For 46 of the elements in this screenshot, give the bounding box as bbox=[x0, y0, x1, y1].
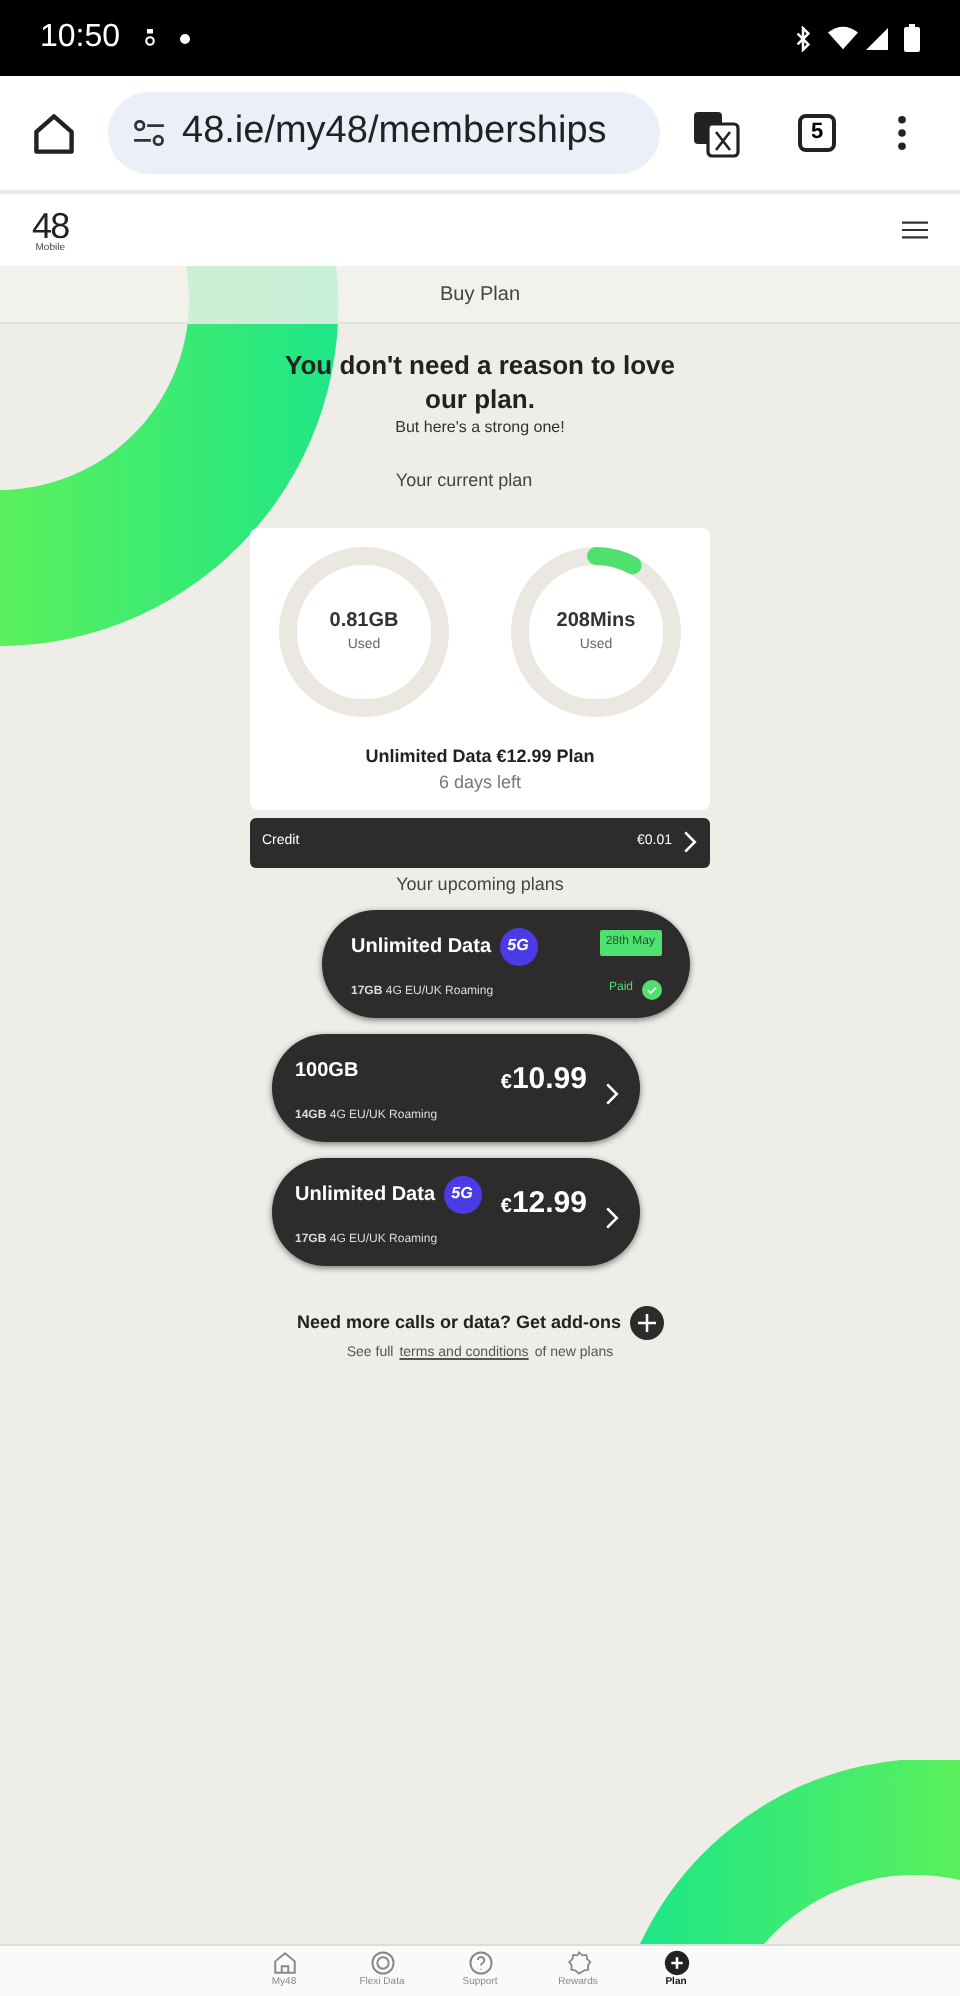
hero-title: You don't need a reason to love our plan. bbox=[283, 348, 677, 416]
address-bar[interactable]: 48.ie/my48/memberships bbox=[108, 92, 660, 174]
chevron-right-icon bbox=[603, 1204, 619, 1232]
home-icon[interactable] bbox=[32, 111, 76, 155]
url-text: 48.ie/my48/memberships bbox=[182, 108, 607, 157]
wifi-icon bbox=[828, 26, 858, 50]
chevron-right-icon bbox=[682, 828, 698, 856]
battery-icon bbox=[904, 24, 920, 52]
usage-value: 0.81GB bbox=[329, 607, 399, 636]
page-title: Buy Plan bbox=[439, 281, 521, 309]
section-heading: Your upcoming plans bbox=[396, 871, 564, 898]
currency-symbol: € bbox=[500, 1193, 512, 1222]
section-heading: Your current plan bbox=[395, 468, 533, 494]
5g-badge: 5G bbox=[443, 1175, 482, 1213]
signal-icon bbox=[866, 27, 888, 49]
check-icon bbox=[641, 979, 661, 999]
addons-text: Need more calls or data? Get add-ons bbox=[296, 1309, 622, 1336]
help-icon bbox=[467, 1950, 493, 1976]
add-button[interactable] bbox=[629, 1306, 664, 1340]
badge-icon bbox=[565, 1950, 591, 1976]
plus-icon bbox=[637, 1314, 656, 1332]
plan-price: 12.99 bbox=[511, 1183, 587, 1224]
notification-icon bbox=[144, 28, 157, 48]
more-icon[interactable] bbox=[898, 116, 906, 150]
menu-icon[interactable] bbox=[902, 220, 928, 240]
site-settings-icon[interactable] bbox=[132, 120, 166, 146]
clock: 10:50 bbox=[40, 18, 121, 58]
tab-count-button[interactable]: 5 bbox=[798, 114, 836, 152]
bluetooth-icon bbox=[794, 25, 812, 51]
home-icon bbox=[271, 1950, 297, 1976]
dot-icon bbox=[180, 33, 191, 43]
plan-name: Unlimited Data bbox=[351, 933, 492, 961]
currency-symbol: € bbox=[500, 1069, 512, 1098]
usage-value: 208Mins bbox=[556, 607, 636, 636]
hero-subtitle: But here's a strong one! bbox=[395, 416, 565, 440]
site-logo[interactable]: 48 bbox=[32, 207, 69, 243]
plus-icon bbox=[663, 1950, 689, 1976]
days-left: 6 days left bbox=[438, 770, 522, 796]
chevron-right-icon bbox=[603, 1080, 619, 1108]
plan-name: Unlimited Data €12.99 Plan bbox=[365, 743, 595, 769]
plan-name: 100GB bbox=[295, 1057, 359, 1085]
plan-name: Unlimited Data bbox=[295, 1181, 436, 1209]
rings-icon bbox=[369, 1950, 395, 1976]
plan-price: 10.99 bbox=[511, 1059, 587, 1100]
translate-icon[interactable] bbox=[692, 109, 740, 157]
5g-badge: 5G bbox=[499, 927, 538, 965]
